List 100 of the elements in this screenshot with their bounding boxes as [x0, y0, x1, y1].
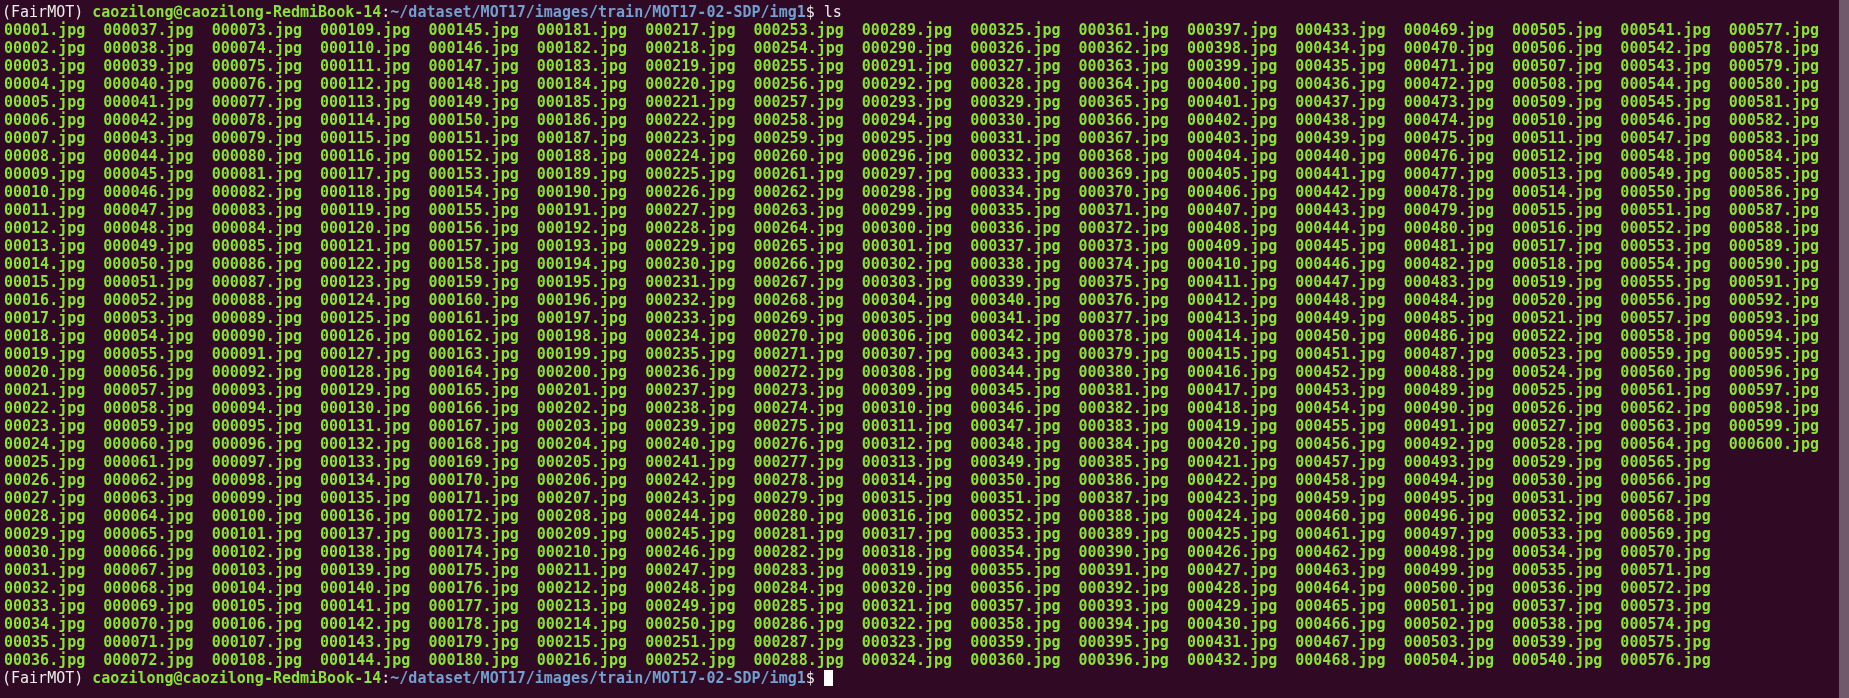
- file-name: 000452.jpg: [1295, 363, 1386, 381]
- file-name: 000440.jpg: [1295, 147, 1386, 165]
- file-name: 000420.jpg: [1186, 435, 1278, 453]
- file-name: 00003.jpg: [4, 57, 86, 75]
- file-name: 000573.jpg: [1620, 597, 1711, 615]
- file-name: 000361.jpg: [1078, 21, 1169, 39]
- file-name: 000062.jpg: [103, 471, 194, 489]
- file-name: 000466.jpg: [1295, 615, 1386, 633]
- file-name: 000537.jpg: [1512, 597, 1603, 615]
- file-name: 000396.jpg: [1078, 651, 1169, 669]
- file-name: 000238.jpg: [645, 399, 736, 417]
- file-name: 000128.jpg: [320, 363, 411, 381]
- file-name: 000542.jpg: [1620, 39, 1711, 57]
- file-name: 000557.jpg: [1620, 309, 1711, 327]
- file-name: 000200.jpg: [536, 363, 628, 381]
- text-cursor: [823, 670, 833, 686]
- file-name: 000253.jpg: [753, 21, 844, 39]
- file-name: 000539.jpg: [1512, 633, 1603, 651]
- file-name: 000591.jpg: [1728, 273, 1820, 291]
- file-name: 000522.jpg: [1512, 327, 1603, 345]
- file-name: 000561.jpg: [1620, 381, 1711, 399]
- file-name: 000078.jpg: [211, 111, 302, 129]
- file-name: 000227.jpg: [645, 201, 736, 219]
- file-name: 000217.jpg: [645, 21, 736, 39]
- file-name: 000349.jpg: [970, 453, 1061, 471]
- file-name: 000201.jpg: [536, 381, 628, 399]
- file-name: 000325.jpg: [970, 21, 1061, 39]
- file-name: 000485.jpg: [1403, 309, 1494, 327]
- file-name: 000438.jpg: [1295, 111, 1386, 129]
- file-name: 000398.jpg: [1186, 39, 1278, 57]
- file-name: 000209.jpg: [536, 525, 628, 543]
- file-name: 000536.jpg: [1512, 579, 1603, 597]
- file-name: 000566.jpg: [1620, 471, 1711, 489]
- file-name: 000194.jpg: [536, 255, 628, 273]
- file-name: 000272.jpg: [753, 363, 844, 381]
- file-name: 000313.jpg: [861, 453, 953, 471]
- file-name: 000301.jpg: [861, 237, 953, 255]
- file-name: 000402.jpg: [1186, 111, 1278, 129]
- file-name: 000205.jpg: [536, 453, 628, 471]
- file-name: 000441.jpg: [1295, 165, 1386, 183]
- file-name: 000270.jpg: [753, 327, 844, 345]
- file-name: 000323.jpg: [861, 633, 953, 651]
- file-name: 000052.jpg: [103, 291, 194, 309]
- file-name: 00023.jpg: [4, 417, 86, 435]
- file-name: 000099.jpg: [211, 489, 302, 507]
- file-name: 000107.jpg: [211, 633, 302, 651]
- file-name: 000197.jpg: [536, 309, 628, 327]
- file-name: 000493.jpg: [1403, 453, 1494, 471]
- file-name: 000543.jpg: [1620, 57, 1711, 75]
- file-name: 000580.jpg: [1728, 75, 1820, 93]
- file-name: 000222.jpg: [645, 111, 736, 129]
- file-name: 000526.jpg: [1512, 399, 1603, 417]
- file-name: 000512.jpg: [1512, 147, 1603, 165]
- file-name: 000127.jpg: [320, 345, 411, 363]
- file-name: 000564.jpg: [1620, 435, 1711, 453]
- file-name: 000516.jpg: [1512, 219, 1603, 237]
- file-name: 000444.jpg: [1295, 219, 1386, 237]
- file-name: 000412.jpg: [1186, 291, 1278, 309]
- file-name: 000133.jpg: [320, 453, 411, 471]
- file-name: 000267.jpg: [753, 273, 844, 291]
- file-name: 000381.jpg: [1078, 381, 1169, 399]
- file-name: 000134.jpg: [320, 471, 411, 489]
- file-name: 000297.jpg: [861, 165, 953, 183]
- file-name: 000431.jpg: [1186, 633, 1278, 651]
- file-name: 000462.jpg: [1295, 543, 1386, 561]
- file-name: 000117.jpg: [320, 165, 411, 183]
- file-name: 000157.jpg: [428, 237, 519, 255]
- file-name: 000421.jpg: [1186, 453, 1278, 471]
- file-name: 000273.jpg: [753, 381, 844, 399]
- file-name: 000126.jpg: [320, 327, 411, 345]
- file-name: 000563.jpg: [1620, 417, 1711, 435]
- file-name: 000312.jpg: [861, 435, 953, 453]
- file-name: 000503.jpg: [1403, 633, 1494, 651]
- file-name: 000255.jpg: [753, 57, 844, 75]
- file-name: 000276.jpg: [753, 435, 844, 453]
- file-name: 000319.jpg: [861, 561, 953, 579]
- working-directory: ~/dataset/MOT17/images/train/MOT17-02-SDP/img1: [390, 3, 806, 21]
- file-name: 000406.jpg: [1186, 183, 1278, 201]
- file-name: 000129.jpg: [320, 381, 411, 399]
- file-name: 000474.jpg: [1403, 111, 1494, 129]
- file-name: 000570.jpg: [1620, 543, 1711, 561]
- file-name: 000292.jpg: [861, 75, 953, 93]
- file-name: 000163.jpg: [428, 345, 519, 363]
- file-name: 000102.jpg: [211, 543, 302, 561]
- file-name: 000274.jpg: [753, 399, 844, 417]
- file-name: 000397.jpg: [1186, 21, 1278, 39]
- file-name: 000359.jpg: [970, 633, 1061, 651]
- file-name: 00026.jpg: [4, 471, 86, 489]
- file-name: 000460.jpg: [1295, 507, 1386, 525]
- file-name: 000345.jpg: [970, 381, 1061, 399]
- file-name: 000338.jpg: [970, 255, 1061, 273]
- file-name: 000418.jpg: [1186, 399, 1278, 417]
- file-name: 000307.jpg: [861, 345, 953, 363]
- file-name: 000499.jpg: [1403, 561, 1494, 579]
- file-name: 000509.jpg: [1512, 93, 1603, 111]
- file-name: 000430.jpg: [1186, 615, 1278, 633]
- file-name: 000046.jpg: [103, 183, 194, 201]
- file-name: 000074.jpg: [211, 39, 302, 57]
- file-name: 000571.jpg: [1620, 561, 1711, 579]
- file-name: 000442.jpg: [1295, 183, 1386, 201]
